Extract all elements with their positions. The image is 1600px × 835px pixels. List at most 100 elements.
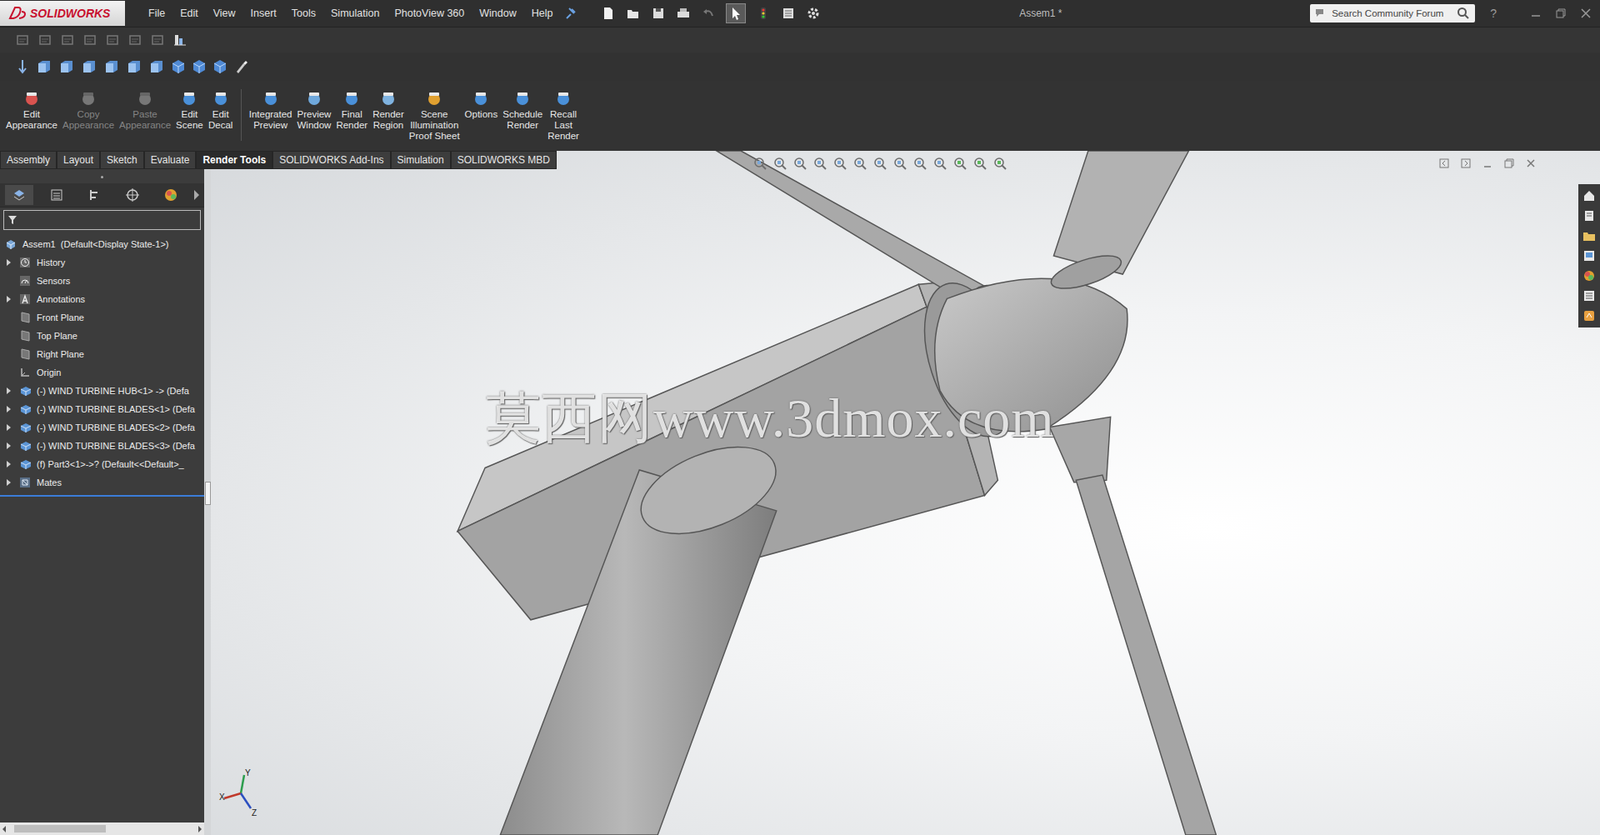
expand-toggle[interactable] <box>6 405 11 413</box>
menu-item[interactable]: Simulation <box>330 7 380 20</box>
tree-item[interactable]: Sensors <box>0 271 205 290</box>
viewport-left-icon[interactable] <box>1438 157 1450 170</box>
options-gear-icon[interactable] <box>805 5 821 21</box>
expand-toggle[interactable] <box>6 442 11 450</box>
command-button[interactable]: PasteAppearance <box>116 89 174 131</box>
help-button[interactable]: ? <box>1490 6 1497 20</box>
restore-icon[interactable] <box>1555 7 1567 20</box>
brush-icon[interactable] <box>233 58 249 75</box>
standard-view-icon[interactable] <box>125 58 143 75</box>
menu-item[interactable]: Tools <box>291 7 316 20</box>
command-button[interactable]: EditScene <box>173 89 206 131</box>
panel-tabs-more[interactable] <box>194 190 200 200</box>
print-icon[interactable] <box>675 5 691 21</box>
command-button[interactable]: EditAppearance <box>3 89 60 131</box>
tree-item[interactable]: (-) WIND TURBINE BLADES<2> (Defa <box>0 418 205 437</box>
command-button[interactable]: RecallLastRender <box>545 89 582 142</box>
toolbar-layout-icon[interactable] <box>172 32 188 48</box>
isometric-view-icon[interactable] <box>212 58 228 75</box>
configuration-tab-icon[interactable] <box>80 185 110 205</box>
isometric-view-icon[interactable] <box>191 58 207 75</box>
expand-toggle[interactable] <box>6 259 11 266</box>
close-icon[interactable] <box>1580 7 1592 20</box>
menu-item[interactable]: View <box>213 7 236 20</box>
solidworks-logo[interactable]: SOLIDWORKS <box>0 0 125 26</box>
view-tool-icon[interactable] <box>812 155 828 171</box>
open-icon[interactable] <box>625 5 641 21</box>
tree-filter-field[interactable] <box>3 210 201 230</box>
custom-properties-icon[interactable] <box>1582 289 1596 303</box>
search-icon[interactable] <box>1456 6 1470 20</box>
file-properties-icon[interactable] <box>780 5 796 21</box>
file-explorer-icon[interactable] <box>1582 229 1596 243</box>
expand-toggle[interactable] <box>6 424 11 431</box>
select-icon[interactable] <box>725 3 746 24</box>
command-button[interactable]: FinalRender <box>333 89 370 131</box>
tree-item[interactable]: Top Plane <box>0 326 205 345</box>
rollback-bar[interactable] <box>0 495 205 497</box>
toolbar-tool-icon[interactable] <box>105 32 120 48</box>
pin-icon[interactable] <box>564 5 580 21</box>
home-icon[interactable] <box>1582 189 1596 203</box>
view-tool-icon[interactable] <box>892 155 908 171</box>
toolbar-tool-icon[interactable] <box>60 32 75 48</box>
menu-item[interactable]: Insert <box>250 7 277 20</box>
search-field[interactable]: Search Community Forum <box>1310 4 1475 23</box>
command-button[interactable]: CopyAppearance <box>60 89 117 131</box>
wind-turbine-model[interactable] <box>210 150 1600 835</box>
tree-item[interactable]: (f) Part3<1>->? (Default<<Default>_ <box>0 455 205 474</box>
viewport-close-icon[interactable] <box>1525 157 1537 170</box>
menu-item[interactable]: PhotoView 360 <box>394 7 465 20</box>
command-tab[interactable]: Simulation <box>390 150 451 170</box>
command-button[interactable]: PreviewWindow <box>295 89 335 131</box>
display-manager-tab-icon[interactable] <box>156 185 185 205</box>
view-tool-icon[interactable] <box>932 155 948 171</box>
tree-item[interactable]: Mates <box>0 473 205 492</box>
design-library-icon[interactable] <box>1582 209 1596 223</box>
view-tool-icon[interactable] <box>752 155 768 171</box>
command-tab[interactable]: Layout <box>56 150 100 170</box>
view-tool-icon[interactable] <box>952 155 968 171</box>
viewport-restore-icon[interactable] <box>1503 157 1515 170</box>
toolbar-tool-icon[interactable] <box>82 32 98 48</box>
rebuild-icon[interactable] <box>755 5 771 21</box>
toolbar-tool-icon[interactable] <box>15 32 30 48</box>
new-document-icon[interactable] <box>600 5 616 21</box>
command-tab[interactable]: SOLIDWORKS MBD <box>450 150 557 170</box>
menu-item[interactable]: Help <box>531 7 554 20</box>
command-button[interactable]: ScheduleRender <box>500 89 545 131</box>
view-tool-icon[interactable] <box>872 155 888 171</box>
isometric-view-icon[interactable] <box>170 58 186 75</box>
normal-to-icon[interactable] <box>15 58 30 75</box>
standard-view-icon[interactable] <box>148 58 165 75</box>
tree-item[interactable]: Right Plane <box>0 345 205 364</box>
view-palette-icon[interactable] <box>1582 249 1596 263</box>
appearances-icon[interactable] <box>1582 269 1596 283</box>
tree-item[interactable]: Front Plane <box>0 308 205 327</box>
view-tool-icon[interactable] <box>992 155 1008 171</box>
dimxpert-tab-icon[interactable] <box>118 185 147 205</box>
undo-icon[interactable] <box>700 5 716 21</box>
tree-item[interactable]: (-) WIND TURBINE HUB<1> -> (Defa <box>0 381 205 400</box>
expand-toggle[interactable] <box>6 295 11 303</box>
command-tab[interactable]: Assembly <box>0 150 57 170</box>
command-tab[interactable]: Evaluate <box>144 150 197 170</box>
toolbar-tool-icon[interactable] <box>37 32 53 48</box>
menu-item[interactable]: Window <box>479 7 516 20</box>
scroll-right-icon[interactable] <box>198 825 202 833</box>
command-tab[interactable]: Sketch <box>100 150 145 170</box>
command-button[interactable]: RenderRegion <box>370 89 407 131</box>
expand-toggle[interactable] <box>6 387 11 395</box>
command-tab[interactable]: Render Tools <box>195 150 273 170</box>
view-tool-icon[interactable] <box>772 155 788 171</box>
feature-tree-tab-icon[interactable] <box>5 185 34 205</box>
command-tab[interactable]: SOLIDWORKS Add-Ins <box>272 150 390 170</box>
panel-splitter[interactable] <box>204 150 211 835</box>
save-icon[interactable] <box>650 5 666 21</box>
command-button[interactable]: IntegratedPreview <box>246 89 295 131</box>
standard-view-icon[interactable] <box>80 58 98 75</box>
graphics-viewport[interactable]: 莫西网www.3dmox.comYXZ <box>210 150 1600 835</box>
viewport-right-icon[interactable] <box>1460 157 1472 170</box>
property-manager-tab-icon[interactable] <box>42 185 71 205</box>
scroll-thumb[interactable] <box>14 825 106 833</box>
